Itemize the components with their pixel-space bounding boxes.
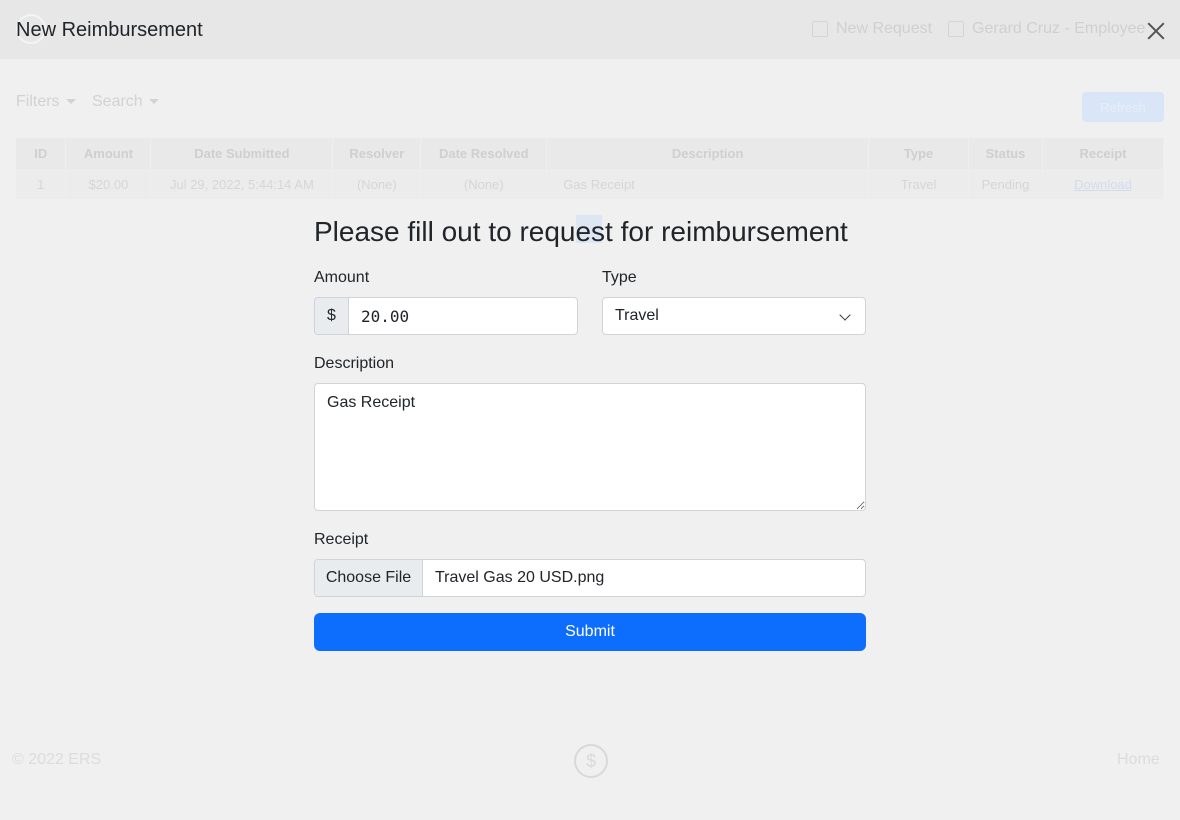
table-cell: Gas Receipt (546, 169, 870, 199)
download-link: Download (1042, 169, 1165, 199)
table-cell: 1 (16, 169, 67, 199)
selected-file-name: Travel Gas 20 USD.png (435, 569, 605, 586)
description-textarea[interactable]: Gas Receipt (314, 383, 866, 511)
modal-header: New Reimbursement (0, 0, 1180, 59)
table-header: Resolver (332, 138, 422, 169)
receipt-label: Receipt (314, 531, 369, 548)
footer-copyright: © 2022 ERS (12, 751, 102, 768)
table-header: Amount (65, 138, 152, 169)
reimbursement-table: ID Amount Date Submitted Resolver Date R… (16, 138, 1165, 199)
table-cell: Jul 29, 2022, 5:44:14 AM (150, 169, 334, 199)
modal-title: New Reimbursement (16, 19, 203, 41)
refresh-button: Refresh (1082, 92, 1164, 122)
search-label: Search (92, 93, 143, 110)
filters-label: Filters (16, 93, 60, 110)
amount-label: Amount (314, 269, 370, 286)
chevron-down-icon (839, 309, 851, 321)
table-header: Receipt (1042, 138, 1165, 169)
table-header: Date Resolved (420, 138, 548, 169)
table-header: Status (968, 138, 1043, 169)
submit-button[interactable]: Submit (314, 613, 866, 651)
type-select[interactable]: Travel (602, 297, 866, 335)
table-cell: (None) (332, 169, 422, 199)
table-cell: Travel (868, 169, 970, 199)
type-selected-value: Travel (615, 307, 659, 324)
close-icon[interactable] (1144, 19, 1168, 43)
table-header: Date Submitted (150, 138, 334, 169)
description-label: Description (314, 355, 395, 372)
search-dropdown: Search (92, 93, 159, 111)
table-row: 1 $20.00 Jul 29, 2022, 5:44:14 AM (None)… (16, 169, 1165, 199)
table-cell: (None) (420, 169, 548, 199)
table-header-row: ID Amount Date Submitted Resolver Date R… (16, 138, 1165, 169)
footer-home-link: Home (1117, 751, 1160, 768)
table-cell: $20.00 (65, 169, 152, 199)
caret-down-icon (148, 99, 159, 105)
amount-input-group: $ (314, 297, 578, 335)
type-label: Type (602, 269, 637, 286)
amount-input[interactable] (348, 297, 578, 335)
dollar-logo-icon: $ (574, 744, 608, 778)
receipt-file-input[interactable]: Choose File Travel Gas 20 USD.png (314, 559, 866, 597)
form-heading: Please fill out to request for reimburse… (314, 216, 848, 247)
table-cell: Pending (968, 169, 1043, 199)
refresh-label: Refresh (1100, 99, 1146, 115)
table-header: ID (16, 138, 67, 169)
table-header: Type (868, 138, 970, 169)
table-header: Description (546, 138, 870, 169)
filters-dropdown: Filters (16, 93, 76, 111)
caret-down-icon (65, 99, 76, 105)
currency-prefix: $ (314, 297, 348, 335)
choose-file-button[interactable]: Choose File (315, 560, 423, 596)
